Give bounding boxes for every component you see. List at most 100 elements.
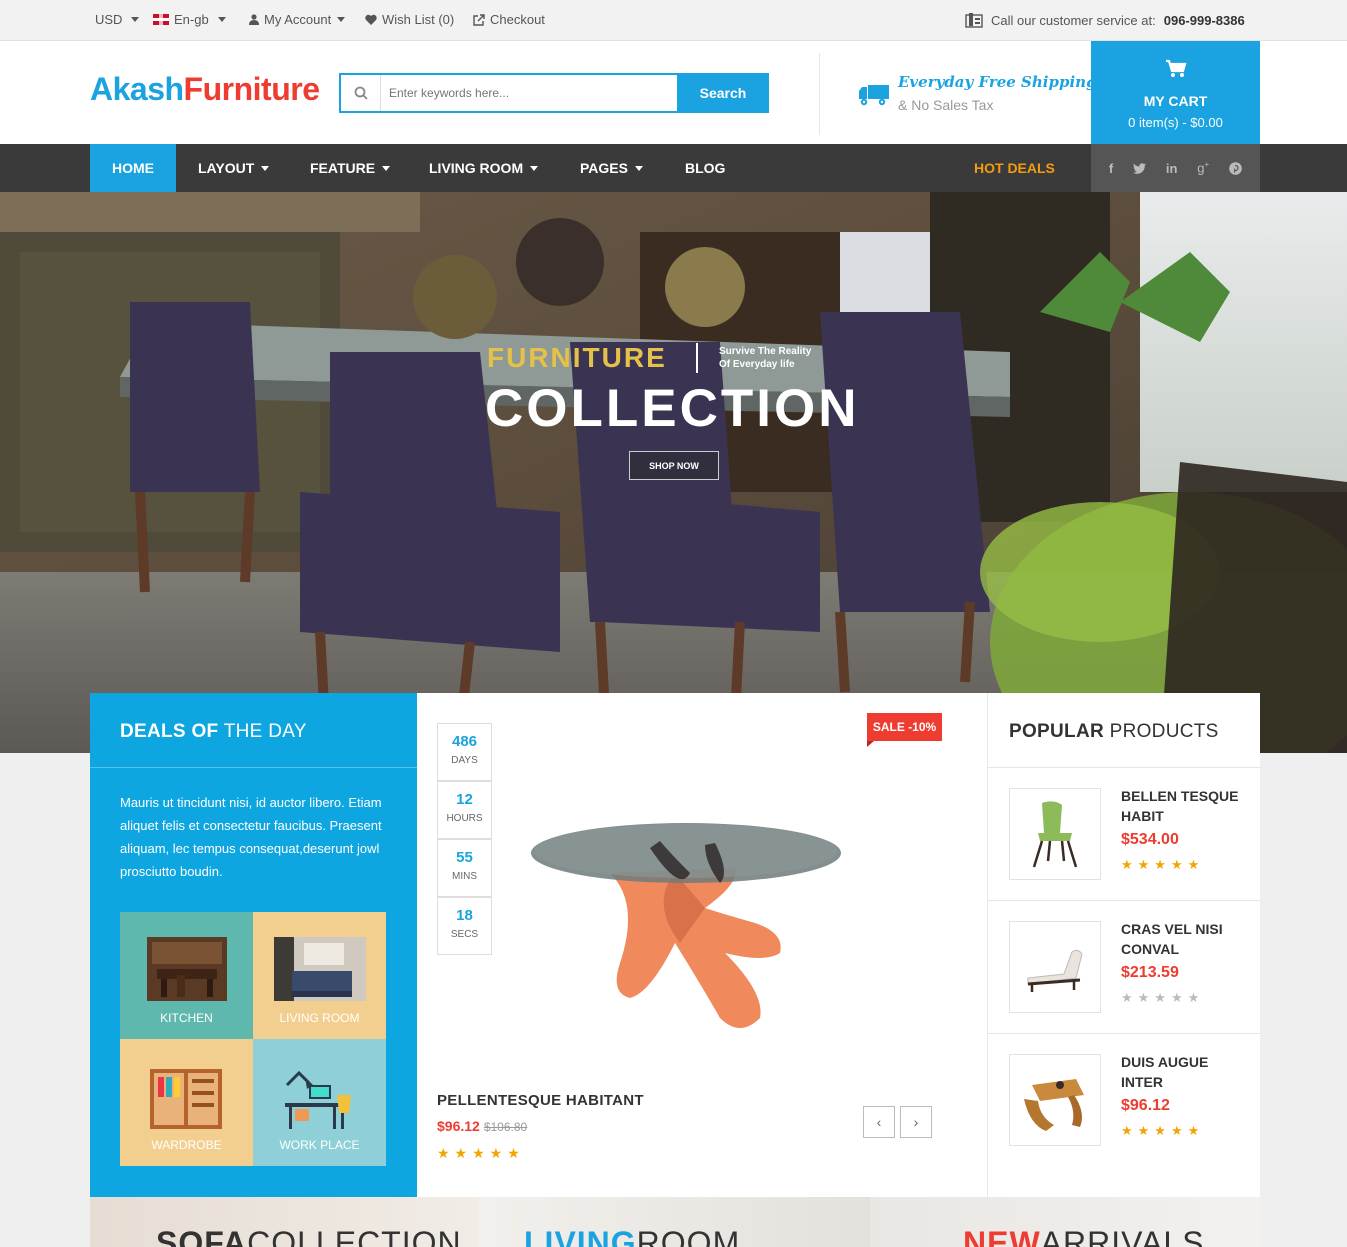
main-navigation: HOME LAYOUT FEATURE LIVING ROOM PAGES BL… [0,144,1347,192]
tile-label: LIVING ROOM [279,1011,360,1025]
banner-sofa-collection[interactable]: SOFACOLLECTION [90,1197,479,1247]
popular-item[interactable]: CRAS VEL NISI CONVAL $213.59 ★★★★★ [988,901,1261,1034]
my-account-label: My Account [264,12,332,27]
nav-layout[interactable]: LAYOUT [198,144,270,192]
living-room-image [274,937,366,1001]
deals-description: Mauris ut tincidunt nisi, id auctor libe… [120,795,382,879]
phone-number: 096-999-8386 [1163,12,1245,28]
banner-title-light: ARRIVALS [1040,1225,1205,1247]
top-bar: USD En-gb My Account Wish List (0) Check… [0,0,1347,41]
product-thumbnail[interactable] [1009,1054,1101,1146]
category-tile-living-room[interactable]: LIVING ROOM [253,912,386,1039]
hero-word-furniture: FURNITURE [487,342,667,373]
featured-deal-product: 486 DAYS 12 HOURS 55 MINS 18 SECS SALE -10% … [417,693,987,1197]
countdown-unit: MINS [452,871,477,882]
site-header: AkashFurniture Search Everyday Free Ship… [0,41,1347,144]
shipping-title: Everyday Free Shipping [898,73,1097,91]
product-rating: ★★★★★ [1121,990,1205,1005]
banner-new-arrivals[interactable]: NEWARRIVALS [870,1197,1260,1247]
hero-divider [696,343,698,373]
cart-title: MY CART [1143,93,1208,109]
google-plus-icon[interactable]: g+ [1197,160,1209,175]
hero-tag-line-2: Of Everyday life [719,359,795,370]
deals-title-light: THE DAY [223,721,307,742]
checkout-link[interactable]: Checkout [473,12,545,27]
tile-label: KITCHEN [160,1011,213,1025]
product-thumbnail[interactable] [1009,788,1101,880]
popular-item[interactable]: BELLEN TESQUE HABIT $534.00 ★★★★★ [988,768,1261,901]
product-name[interactable]: DUIS AUGUE INTER [1121,1052,1251,1092]
banner-title-bold: SOFA [156,1225,248,1247]
currency-selector[interactable]: USD [95,12,140,27]
chevron-left-icon: ‹ [876,1114,882,1130]
pinterest-icon[interactable] [1229,161,1242,175]
current-price: $96.12 [437,1118,480,1134]
chevron-down-icon [337,17,346,22]
sale-badge: SALE -10% [867,713,942,747]
nav-label: BLOG [685,160,726,176]
featured-product-price: $96.12 $106.80 [437,1118,527,1136]
hero-tag-line-1: Survive The Reality [719,346,812,357]
call-label: Call our customer service at: [991,12,1156,28]
nav-blog[interactable]: BLOG [685,144,725,192]
language-selector[interactable]: En-gb [153,12,226,27]
wardrobe-icon [150,1069,222,1129]
category-tile-wardrobe[interactable]: WARDROBE [120,1039,253,1166]
cart-summary: 0 item(s) - $0.00 [1128,115,1223,130]
nav-label: LIVING ROOM [429,160,524,176]
deals-title-bold: DEALS OF [120,721,219,742]
search-bar: Search [339,73,769,113]
facebook-icon[interactable]: f [1109,161,1113,176]
chevron-right-icon: › [913,1114,919,1130]
popular-title-bold: POPULAR [1009,721,1104,742]
countdown-mins: 55 MINS [437,839,492,897]
banner-living-room[interactable]: LIVINGROOM [479,1197,870,1247]
nav-home[interactable]: HOME [90,144,176,192]
site-logo[interactable]: AkashFurniture [90,71,320,108]
featured-product-name[interactable]: PELLENTESQUE HABITANT [437,1092,644,1109]
banner-title: NEWARRIVALS [963,1225,1205,1247]
shop-now-button[interactable]: SHOP NOW [629,451,719,480]
hero-tagline: Survive The Reality Of Everyday life [719,345,811,371]
nav-pages[interactable]: PAGES [580,144,643,192]
product-info: DUIS AUGUE INTER $96.12 ★★★★★ [1121,1052,1251,1139]
my-account-link[interactable]: My Account [249,12,346,27]
countdown-unit: HOURS [446,813,483,824]
popular-title: POPULAR PRODUCTS [1009,721,1219,743]
countdown-value: 55 [456,849,473,866]
category-tile-work-place[interactable]: WORK PLACE [253,1039,386,1166]
banner-title-light: COLLECTION [247,1225,462,1247]
product-info: CRAS VEL NISI CONVAL $213.59 ★★★★★ [1121,919,1251,1006]
next-arrow-button[interactable]: › [900,1106,932,1138]
countdown-value: 18 [456,907,473,924]
popular-item[interactable]: DUIS AUGUE INTER $96.12 ★★★★★ [988,1034,1261,1167]
countdown-value: 486 [451,733,478,750]
chevron-down-icon [131,17,140,22]
popular-products-panel: POPULAR PRODUCTS BELLEN TESQUE HABIT $53… [987,693,1261,1197]
product-rating: ★★★★★ [1121,857,1205,872]
product-name[interactable]: CRAS VEL NISI CONVAL [1121,919,1251,959]
product-thumbnail[interactable] [1009,921,1101,1013]
banner-title-bold: LIVING [524,1225,637,1247]
product-name[interactable]: BELLEN TESQUE HABIT [1121,786,1251,826]
hot-deals-label: HOT DEALS [974,160,1055,176]
customer-service: Call our customer service at: 096-999-83… [965,12,1245,28]
category-tile-kitchen[interactable]: KITCHEN [120,912,253,1039]
popular-title-light: PRODUCTS [1109,721,1219,742]
search-button[interactable]: Search [677,73,769,113]
glass-table-image[interactable] [530,813,850,1033]
twitter-icon[interactable] [1133,162,1147,174]
nav-feature[interactable]: FEATURE [310,144,391,192]
cart-widget[interactable]: MY CART 0 item(s) - $0.00 [1091,41,1260,144]
nav-hot-deals[interactable]: HOT DEALS [974,144,1055,192]
search-input[interactable] [389,83,669,103]
kitchen-image [147,937,227,1001]
countdown-days: 486 DAYS [437,723,492,781]
wooden-table-image [1024,1079,1084,1131]
wishlist-link[interactable]: Wish List (0) [365,12,454,27]
linkedin-icon[interactable]: in [1166,161,1178,176]
countdown-value: 12 [456,791,473,808]
nav-living-room[interactable]: LIVING ROOM [429,144,539,192]
countdown-unit: DAYS [451,755,478,766]
prev-arrow-button[interactable]: ‹ [863,1106,895,1138]
